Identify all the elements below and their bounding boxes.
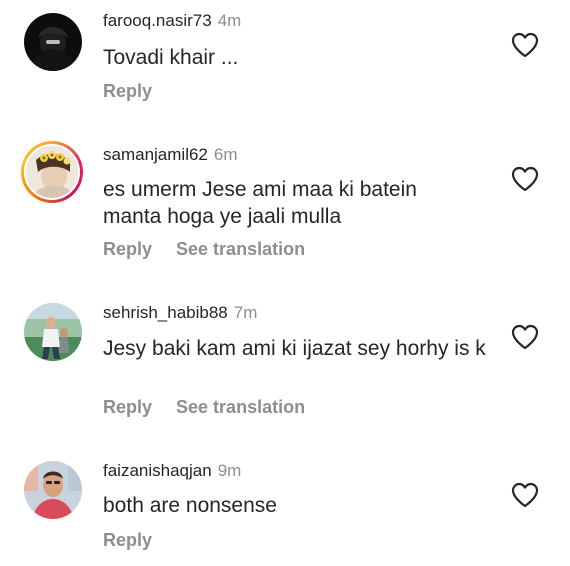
comment-time: 6m [213,145,238,164]
see-translation-button[interactable]: See translation [176,239,305,259]
heart-outline-icon [511,32,539,58]
comment-username[interactable]: farooq.nasir73 [103,11,212,30]
like-button[interactable] [511,32,539,58]
heart-outline-icon [511,166,539,192]
comment-username[interactable]: faizanishaqjan [103,461,212,480]
like-button[interactable] [511,324,539,350]
heart-outline-icon [511,324,539,350]
reply-button[interactable]: Reply [103,81,152,101]
avatar[interactable] [21,141,83,203]
avatar-image [24,13,82,71]
reply-button[interactable]: Reply [103,239,152,259]
comment-username[interactable]: sehrish_habib88 [103,303,228,322]
avatar-image [24,303,82,361]
avatar[interactable] [24,461,82,519]
avatar[interactable] [24,303,82,361]
comment-username[interactable]: samanjamil62 [103,145,208,164]
comment-text: Tovadi khair ... [103,46,239,69]
comment-time: 4m [217,11,242,30]
comment-time: 7m [233,303,258,322]
comment-text: es umerm Jese ami maa ki batein manta ho… [103,178,417,228]
comment-text: both are nonsense [103,494,277,517]
reply-button[interactable]: Reply [103,397,152,417]
avatar[interactable] [24,13,82,71]
avatar-image [24,461,82,519]
comment-text: Jesy baki kam ami ki ijazat sey horhy is… [103,337,486,360]
see-translation-button[interactable]: See translation [176,397,305,417]
reply-button[interactable]: Reply [103,530,152,550]
comment-time: 9m [217,461,242,480]
like-button[interactable] [511,482,539,508]
heart-outline-icon [511,482,539,508]
like-button[interactable] [511,166,539,192]
avatar-image [26,146,78,198]
